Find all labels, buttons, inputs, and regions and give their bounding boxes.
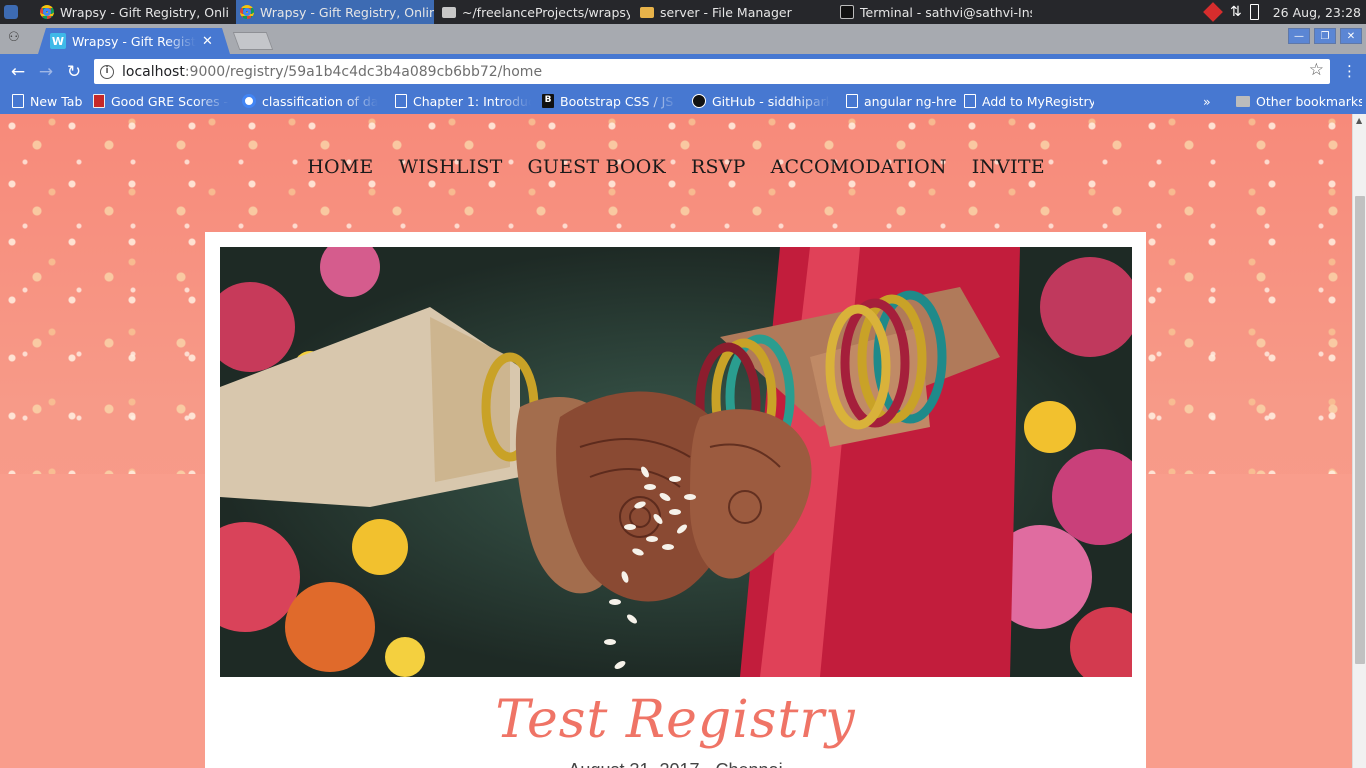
os-taskbar: Wrapsy - Gift Registry, Onlin... Wrapsy … xyxy=(0,0,1366,24)
bookmark-label: Bootstrap CSS / JS / I xyxy=(560,93,678,109)
nav-invite[interactable]: INVITE xyxy=(972,156,1045,178)
chrome-icon xyxy=(240,5,254,19)
bookmark-label: New Tab xyxy=(30,93,83,109)
page-icon xyxy=(395,94,407,108)
browser-toolbar: ← → ↻ i localhost:9000/registry/59a1b4c4… xyxy=(0,54,1366,88)
nav-guest-book[interactable]: GUEST BOOK xyxy=(528,156,666,178)
browser-tab-strip: ⚇ W Wrapsy - Gift Registry, O ✕ — ❐ ✕ xyxy=(0,24,1366,54)
reload-icon[interactable]: ↻ xyxy=(64,62,84,82)
registry-title: Test Registry xyxy=(495,690,856,750)
folder-icon xyxy=(1236,95,1250,107)
close-tab-icon[interactable]: ✕ xyxy=(202,34,213,49)
chrome-icon xyxy=(40,5,54,19)
nav-rsvp[interactable]: RSVP xyxy=(691,156,746,178)
more-bookmarks-chevron-icon: » xyxy=(1203,93,1211,109)
bootstrap-favicon-icon: B xyxy=(542,94,554,108)
new-tab-button[interactable] xyxy=(232,32,274,50)
taskbar-window-label: server - File Manager xyxy=(660,4,792,20)
network-icon[interactable]: ⇅ xyxy=(1230,4,1242,20)
app-menu-icon[interactable] xyxy=(4,0,24,24)
taskbar-window-chrome-2[interactable]: Wrapsy - Gift Registry, Onlin... xyxy=(236,0,434,24)
bookmark-classification[interactable]: classification of data xyxy=(242,92,378,110)
bookmark-chapter-1[interactable]: Chapter 1: Introducti xyxy=(395,92,531,110)
wrapsy-favicon-icon: W xyxy=(50,33,66,49)
scroll-up-arrow-icon[interactable]: ▲ xyxy=(1356,116,1362,125)
file-manager-icon xyxy=(640,6,654,18)
wedding-hands-illustration xyxy=(220,247,1132,677)
close-window-button[interactable]: ✕ xyxy=(1340,28,1362,44)
nav-home[interactable]: HOME xyxy=(307,156,373,178)
info-icon[interactable]: i xyxy=(100,64,114,79)
taskbar-window-file-manager[interactable]: server - File Manager xyxy=(636,0,832,24)
more-bookmarks-button[interactable]: » xyxy=(1203,92,1217,110)
page-icon xyxy=(846,94,858,108)
taskbar-window-terminal[interactable]: Terminal - sathvi@sathvi-Ins... xyxy=(836,0,1032,24)
url-host: localhost xyxy=(122,63,185,80)
bookmarks-bar: New Tab Good GRE Scores - G classificati… xyxy=(0,88,1366,114)
terminal-icon xyxy=(840,5,854,19)
update-notifier-icon[interactable] xyxy=(1203,2,1223,22)
registry-date: August 31, 2017 - Chennai xyxy=(205,760,1146,768)
bookmark-label: Good GRE Scores - G xyxy=(111,93,229,109)
forward-arrow-icon[interactable]: → xyxy=(36,62,56,82)
back-arrow-icon[interactable]: ← xyxy=(8,62,28,82)
google-icon xyxy=(242,94,256,108)
bookmark-label: Add to MyRegistry xyxy=(982,93,1094,109)
site-nav: HOME WISHLIST GUEST BOOK RSVP ACCOMODATI… xyxy=(0,156,1352,178)
bookmark-label: Chapter 1: Introducti xyxy=(413,93,531,109)
bookmark-label: angular ng-href xyxy=(864,93,956,109)
page-scrollbar[interactable]: ▲ xyxy=(1352,114,1366,768)
bookmark-label: classification of data xyxy=(262,93,378,109)
taskbar-window-chrome-1[interactable]: Wrapsy - Gift Registry, Onlin... xyxy=(36,0,228,24)
taskbar-window-label: Wrapsy - Gift Registry, Onlin... xyxy=(60,4,228,20)
browser-menu-icon[interactable]: ⋮ xyxy=(1342,62,1357,80)
page-icon xyxy=(12,94,24,108)
registry-card: Test Registry August 31, 2017 - Chennai xyxy=(205,232,1146,768)
browser-tab-active[interactable]: W Wrapsy - Gift Registry, O ✕ xyxy=(38,28,230,54)
url-path: :9000/registry/59a1b4c4dc3b4a089cb6bb72/… xyxy=(184,63,543,80)
nav-wishlist[interactable]: WISHLIST xyxy=(398,156,502,178)
bookmark-bootstrap[interactable]: B Bootstrap CSS / JS / I xyxy=(542,92,678,110)
bookmark-label: GitHub - siddhiparka xyxy=(712,93,830,109)
address-bar[interactable]: i localhost:9000/registry/59a1b4c4dc3b4a… xyxy=(94,59,1330,84)
bookmark-star-icon[interactable]: ☆ xyxy=(1309,60,1324,80)
mouse-logo-icon xyxy=(4,5,18,19)
system-tray: ⇅ 26 Aug, 23:28 xyxy=(1203,2,1361,22)
taskbar-window-label: Terminal - sathvi@sathvi-Ins... xyxy=(860,4,1032,20)
minimize-button[interactable]: — xyxy=(1288,28,1310,44)
page-icon xyxy=(964,94,976,108)
bookmark-add-to-myregistry[interactable]: Add to MyRegistry xyxy=(964,92,1094,110)
bookmark-github[interactable]: GitHub - siddhiparka xyxy=(692,92,830,110)
bookmark-new-tab[interactable]: New Tab xyxy=(12,92,92,110)
taskbar-window-label: ~/freelanceProjects/wrapsy/... xyxy=(462,4,630,20)
clock[interactable]: 26 Aug, 23:28 xyxy=(1273,5,1361,20)
taskbar-window-label: Wrapsy - Gift Registry, Onlin... xyxy=(260,4,434,20)
taskbar-window-folder[interactable]: ~/freelanceProjects/wrapsy/... xyxy=(438,0,630,24)
restore-button[interactable]: ❐ xyxy=(1314,28,1336,44)
hero-image xyxy=(220,247,1132,677)
folder-icon xyxy=(442,6,456,18)
bookmark-angular-ng-href[interactable]: angular ng-href xyxy=(846,92,956,110)
bookmark-gre-scores[interactable]: Good GRE Scores - G xyxy=(93,92,229,110)
scrollbar-thumb[interactable] xyxy=(1355,196,1365,664)
bookmark-label: Other bookmarks xyxy=(1256,93,1362,109)
page-viewport: HOME WISHLIST GUEST BOOK RSVP ACCOMODATI… xyxy=(0,114,1352,768)
profile-icon[interactable]: ⚇ xyxy=(8,30,20,45)
github-icon xyxy=(692,94,706,108)
nav-accomodation[interactable]: ACCOMODATION xyxy=(771,156,947,178)
other-bookmarks-folder[interactable]: Other bookmarks xyxy=(1236,92,1362,110)
tab-title: Wrapsy - Gift Registry, O xyxy=(72,33,196,49)
gre-favicon-icon xyxy=(93,94,105,108)
battery-icon[interactable] xyxy=(1249,4,1259,20)
